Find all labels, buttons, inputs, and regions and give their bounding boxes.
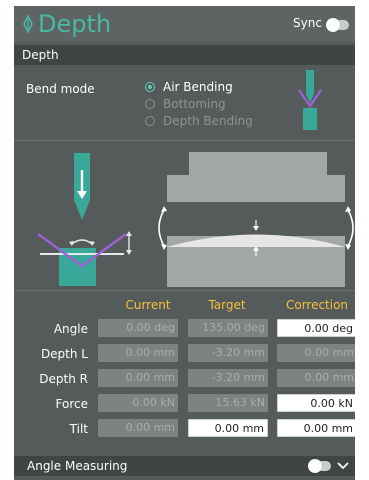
tilt-current-value: 0.00 mm bbox=[98, 419, 178, 437]
section-divider bbox=[14, 290, 355, 291]
angle-correction-input[interactable]: 0.00 deg bbox=[277, 319, 355, 337]
depth-r-target-value: -3.20 mm bbox=[188, 369, 268, 387]
tilt-target-input[interactable]: 0.00 mm bbox=[188, 419, 268, 437]
right-deflection-arrow-icon bbox=[347, 209, 354, 247]
depth-section-header: Depth bbox=[14, 45, 355, 65]
depth-app-icon bbox=[23, 15, 33, 33]
bend-mode-label: Bend mode bbox=[26, 82, 95, 96]
bend-mode-option-depth-bending[interactable]: Depth Bending bbox=[145, 112, 253, 129]
page-title: Depth bbox=[38, 10, 112, 38]
force-target-value: 15.63 kN bbox=[188, 394, 268, 412]
angle-measuring-toggle-knob bbox=[308, 459, 322, 473]
depth-section-title: Depth bbox=[22, 48, 59, 62]
chevron-down-icon[interactable] bbox=[337, 461, 349, 471]
bend-mode-option-bottoming[interactable]: Bottoming bbox=[145, 95, 253, 112]
angle-target-value: 135.00 deg bbox=[188, 319, 268, 337]
column-header-correction: Correction bbox=[285, 298, 349, 312]
radio-unselected-icon bbox=[145, 98, 155, 109]
depth-l-correction-value: 0.00 mm bbox=[277, 344, 355, 362]
air-bending-mode-icon bbox=[298, 70, 322, 130]
sync-toggle-knob bbox=[326, 18, 340, 32]
row-label-angle: Angle bbox=[53, 322, 88, 336]
bend-mode-radio-group: Air Bending Bottoming Depth Bending bbox=[145, 78, 253, 129]
force-current-value: 0.00 kN bbox=[98, 394, 178, 412]
angle-current-value: 0.00 deg bbox=[98, 319, 178, 337]
angle-measuring-bar[interactable]: Angle Measuring bbox=[14, 456, 355, 476]
radio-selected-icon bbox=[145, 81, 155, 92]
upper-beam-shape bbox=[167, 152, 345, 202]
angle-measuring-title: Angle Measuring bbox=[27, 459, 128, 473]
bend-mode-option-label: Air Bending bbox=[163, 79, 233, 94]
column-header-current: Current bbox=[125, 298, 171, 312]
press-front-view bbox=[158, 152, 354, 287]
column-header-target: Target bbox=[208, 298, 246, 312]
angle-arc bbox=[71, 239, 93, 245]
bend-mode-option-air-bending[interactable]: Air Bending bbox=[145, 78, 253, 95]
bend-mode-option-label: Bottoming bbox=[163, 96, 226, 111]
tilt-correction-input[interactable]: 0.00 mm bbox=[277, 419, 355, 437]
depth-l-target-value: -3.20 mm bbox=[188, 344, 268, 362]
depth-r-current-value: 0.00 mm bbox=[98, 369, 178, 387]
row-label-depth-r: Depth R bbox=[39, 372, 88, 386]
row-label-depth-l: Depth L bbox=[40, 347, 88, 361]
force-correction-input[interactable]: 0.00 kN bbox=[277, 394, 355, 412]
radio-unselected-icon bbox=[145, 115, 155, 126]
depth-l-current-value: 0.00 mm bbox=[98, 344, 178, 362]
sync-toggle[interactable] bbox=[326, 18, 349, 32]
depth-r-correction-value: 0.00 mm bbox=[277, 369, 355, 387]
left-deflection-arrow-icon bbox=[158, 209, 165, 247]
angle-measuring-toggle[interactable] bbox=[308, 459, 331, 473]
punch-die-cross-section bbox=[37, 153, 132, 286]
app-header: Depth Sync bbox=[14, 6, 355, 42]
row-label-force: Force bbox=[55, 397, 88, 411]
row-label-tilt: Tilt bbox=[69, 422, 88, 436]
depth-panel: Depth Sync Depth Bend mode Air Bending B… bbox=[14, 6, 355, 480]
bending-diagram bbox=[37, 152, 354, 287]
sync-label: Sync bbox=[293, 16, 322, 30]
bend-mode-option-label: Depth Bending bbox=[163, 113, 253, 128]
